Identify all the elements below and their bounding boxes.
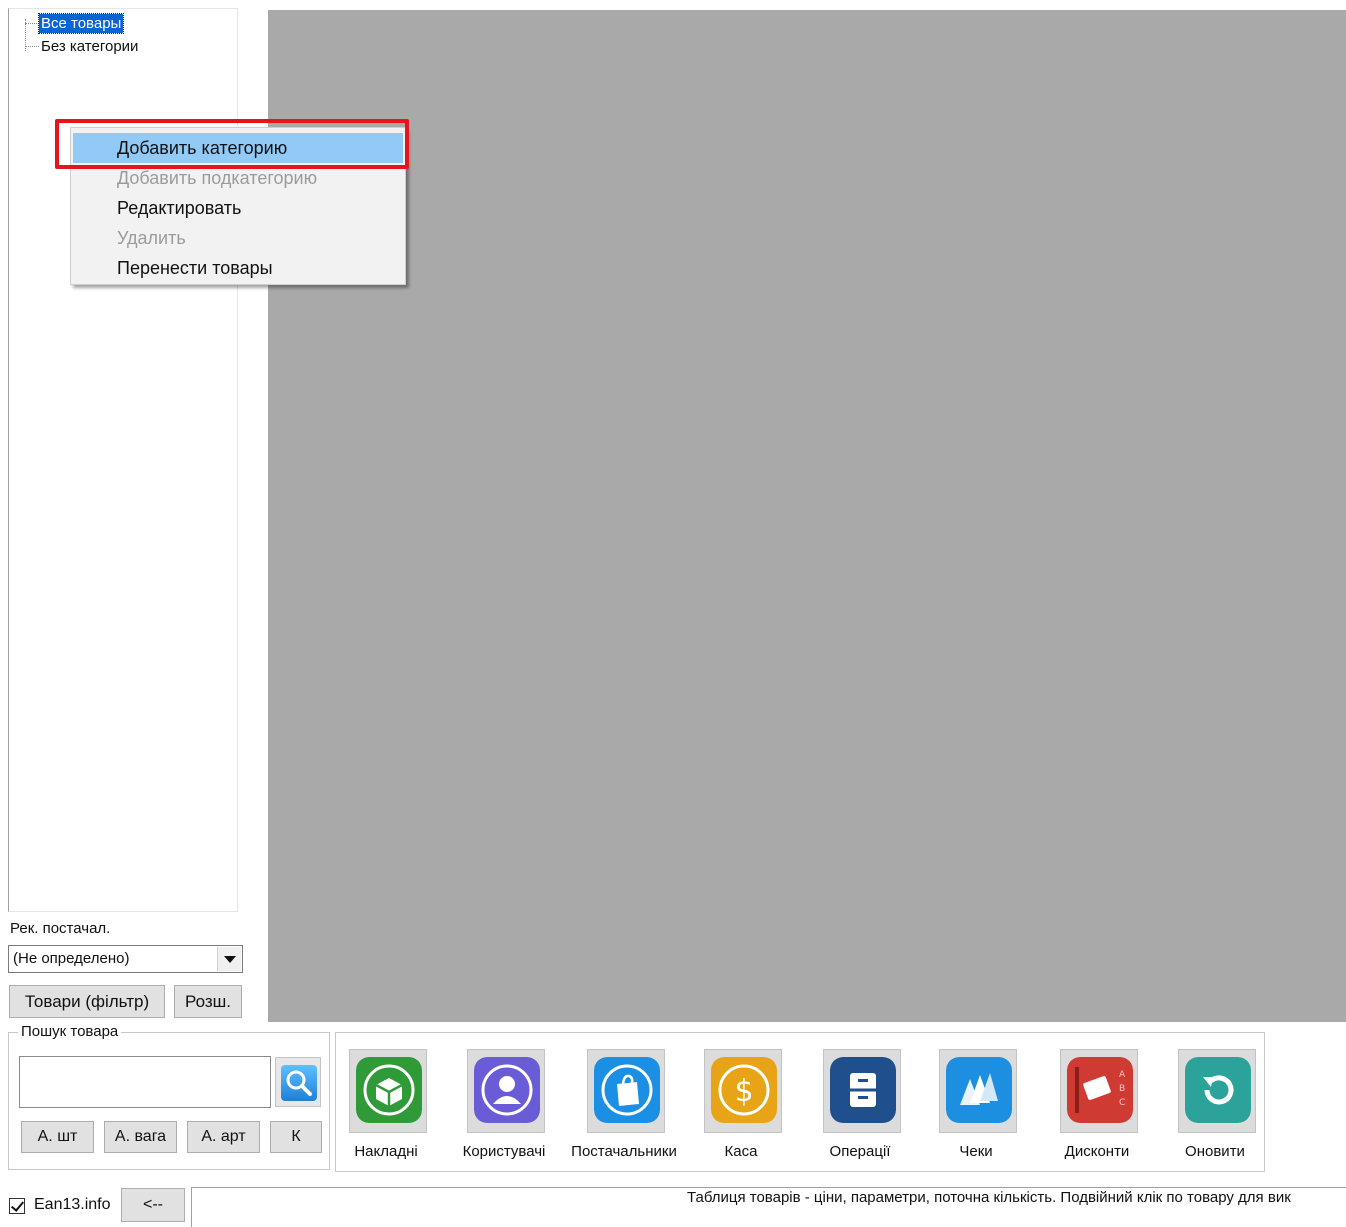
invoices-box-icon: [356, 1057, 422, 1123]
main-workspace: [268, 10, 1346, 1022]
refresh-icon: [1185, 1057, 1251, 1123]
add-weight-button[interactable]: А. вага: [104, 1121, 177, 1153]
toolbar-icon-frame: [587, 1049, 665, 1133]
svg-text:C: C: [1119, 1098, 1125, 1108]
toolbar-label: Каса: [724, 1143, 758, 1160]
search-input[interactable]: [19, 1056, 271, 1108]
toolbar-label: Оновити: [1185, 1143, 1245, 1160]
chevron-down-icon[interactable]: [217, 947, 241, 971]
svg-text:A: A: [1119, 1070, 1126, 1080]
toolbar-label: Дисконти: [1064, 1143, 1130, 1160]
menu-item-delete[interactable]: Удалить: [73, 223, 403, 253]
toolbar-receipts[interactable]: Чеки: [918, 1049, 1034, 1167]
menu-item-add-subcategory[interactable]: Добавить подкатегорию: [73, 163, 403, 193]
toolbar-icon-frame: [823, 1049, 901, 1133]
toolbar-suppliers[interactable]: Постачальники: [566, 1049, 682, 1167]
supplier-select-value: (Не определено): [13, 950, 130, 967]
toolbar-label: Постачальники: [571, 1143, 677, 1160]
toolbar-icon-frame: [349, 1049, 427, 1133]
menu-item-move-goods[interactable]: Перенести товары: [73, 253, 403, 283]
menu-item-edit[interactable]: Редактировать: [73, 193, 403, 223]
toolbar-cash[interactable]: $ Каса: [683, 1049, 799, 1167]
discount-book-icon: A B C: [1067, 1057, 1133, 1123]
toolbar-icon-frame: [467, 1049, 545, 1133]
context-menu: Добавить категорию Добавить подкатегорию…: [70, 127, 406, 285]
tree-item-all-goods[interactable]: Все товары: [37, 13, 125, 34]
ean13-checkbox[interactable]: [9, 1198, 25, 1214]
search-group-title: Пошук товара: [18, 1023, 122, 1040]
toolbar-invoices[interactable]: Накладні: [328, 1049, 444, 1167]
toolbar-label: Користувачі: [462, 1143, 546, 1160]
toolbar-icon-frame: A B C: [1060, 1049, 1138, 1133]
extended-filter-button[interactable]: Розш.: [174, 985, 242, 1018]
shopping-bag-icon: [594, 1057, 660, 1123]
k-button[interactable]: К: [270, 1121, 322, 1153]
toolbar-icon-frame: [1178, 1049, 1256, 1133]
toolbar-users[interactable]: Користувачі: [446, 1049, 562, 1167]
add-pieces-button[interactable]: А. шт: [21, 1121, 94, 1153]
toolbar-refresh[interactable]: Оновити: [1157, 1049, 1273, 1167]
menu-item-add-category[interactable]: Добавить категорию: [73, 133, 403, 163]
file-cabinet-icon: [830, 1057, 896, 1123]
receipts-icon: [946, 1057, 1012, 1123]
tree-connector: [25, 23, 39, 24]
search-icon: [281, 1065, 317, 1101]
svg-text:B: B: [1119, 1084, 1125, 1094]
supplier-label: Рек. постачал.: [10, 920, 111, 937]
goods-filter-button[interactable]: Товари (фільтр): [9, 985, 165, 1018]
toolbar-label: Накладні: [354, 1143, 418, 1160]
ean13-checkbox-label: Ean13.info: [34, 1196, 111, 1213]
dollar-coin-icon: $: [711, 1057, 777, 1123]
tree-item-uncategorized[interactable]: Без категории: [39, 37, 140, 56]
toolbar-label: Чеки: [959, 1143, 993, 1160]
toolbar-icon-frame: $: [704, 1049, 782, 1133]
add-article-button[interactable]: А. арт: [187, 1121, 260, 1153]
toolbar-operations[interactable]: Операції: [802, 1049, 918, 1167]
search-button[interactable]: [275, 1057, 321, 1107]
status-hint-text: Таблиця товарів - ціни, параметри, поточ…: [687, 1189, 1291, 1206]
tree-connector: [25, 46, 39, 47]
toolbar-discounts[interactable]: A B C Дисконти: [1039, 1049, 1155, 1167]
toolbar-icon-frame: [939, 1049, 1017, 1133]
supplier-select[interactable]: (Не определено): [8, 945, 243, 973]
user-icon: [474, 1057, 540, 1123]
toolbar-label: Операції: [829, 1143, 891, 1160]
svg-text:$: $: [734, 1074, 753, 1109]
back-button[interactable]: <--: [121, 1188, 185, 1222]
